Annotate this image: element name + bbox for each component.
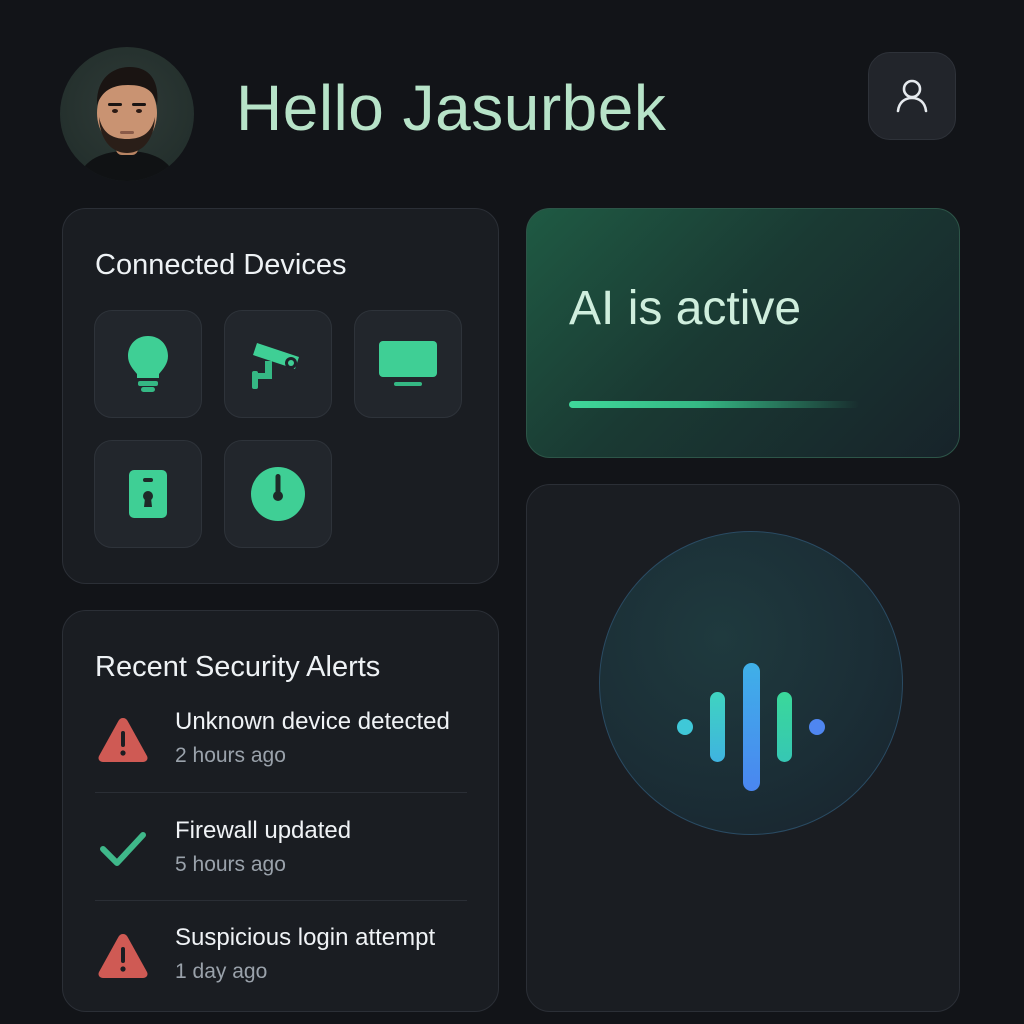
avatar[interactable] (60, 47, 194, 181)
security-camera-icon (252, 343, 299, 389)
voice-assistant-button[interactable] (599, 531, 903, 835)
warning-icon (98, 718, 148, 762)
security-alerts-title: Recent Security Alerts (95, 651, 381, 683)
alert-time: 2 hours ago (175, 744, 286, 767)
alert-title: Suspicious login attempt (175, 924, 436, 951)
profile-button[interactable] (868, 52, 956, 140)
device-tile-camera[interactable] (224, 310, 332, 418)
connected-devices-card: Connected Devices (62, 208, 499, 584)
smart-lock-icon (129, 470, 167, 518)
security-alerts-card: Recent Security Alerts Unknown device de… (62, 610, 499, 1012)
alert-item[interactable]: Firewall updated 5 hours ago (95, 817, 467, 917)
device-tile-lock[interactable] (94, 440, 202, 548)
ai-status-label: AI is active (569, 282, 802, 335)
alert-item[interactable]: Suspicious login attempt 1 day ago (95, 924, 467, 1024)
divider (95, 792, 467, 793)
thermostat-icon (251, 467, 305, 521)
greeting-title: Hello Jasurbek (236, 72, 667, 144)
alert-title: Firewall updated (175, 817, 352, 844)
ai-status-card: AI is active (526, 208, 960, 458)
alert-time: 5 hours ago (175, 853, 286, 876)
soundwave-icon (677, 663, 825, 791)
voice-assistant-card (526, 484, 960, 1012)
user-profile-icon (896, 79, 928, 113)
warning-icon (98, 934, 148, 978)
device-tile-lightbulb[interactable] (94, 310, 202, 418)
ai-activity-bar (569, 401, 859, 408)
monitor-icon (379, 341, 437, 386)
connected-devices-title: Connected Devices (95, 249, 347, 281)
alert-item[interactable]: Unknown device detected 2 hours ago (95, 708, 467, 808)
lightbulb-icon (128, 336, 168, 392)
alert-time: 1 day ago (175, 960, 268, 983)
avatar-photo (78, 67, 176, 181)
alert-title: Unknown device detected (175, 708, 450, 735)
device-tile-thermostat[interactable] (224, 440, 332, 548)
checkmark-icon (100, 832, 146, 866)
divider (95, 900, 467, 901)
device-tile-monitor[interactable] (354, 310, 462, 418)
